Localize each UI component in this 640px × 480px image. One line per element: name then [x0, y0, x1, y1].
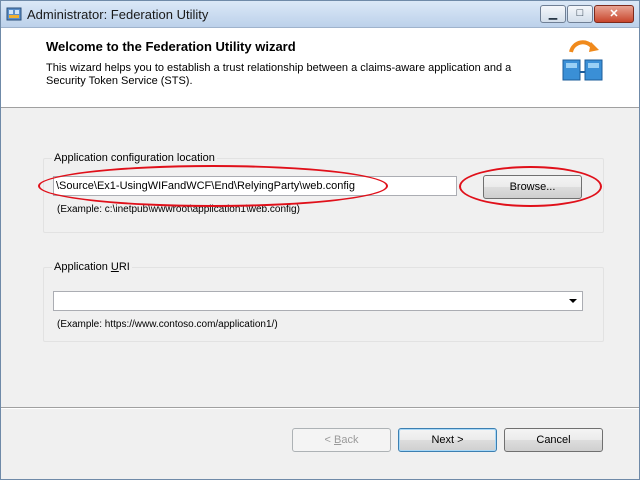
app-icon: [6, 7, 22, 21]
uri-example-text: (Example: https://www.contoso.com/applic…: [57, 319, 278, 330]
back-label-suffix: ack: [341, 434, 359, 446]
maximize-button[interactable]: □: [567, 5, 593, 23]
page-description: This wizard helps you to establish a tru…: [46, 62, 512, 87]
footer-divider: [1, 407, 639, 409]
close-icon: ✕: [609, 8, 619, 20]
application-uri-label-accel: U: [110, 261, 119, 273]
window-title: Administrator: Federation Utility: [27, 7, 209, 22]
federation-sync-icon: [562, 40, 603, 81]
back-label-prefix: <: [324, 434, 334, 446]
page-title: Welcome to the Federation Utility wizard: [46, 39, 296, 54]
browse-highlight-ellipse: [459, 166, 602, 207]
application-uri-label-suffix: RI: [118, 261, 130, 273]
wizard-header: Welcome to the Federation Utility wizard…: [1, 28, 639, 108]
application-uri-combobox[interactable]: [53, 291, 583, 311]
maximize-icon: □: [576, 7, 584, 19]
config-path-highlight-ellipse: [38, 165, 388, 207]
application-uri-label: Application URI: [52, 261, 132, 273]
federation-utility-window: Administrator: Federation Utility ▁ □ ✕ …: [0, 0, 640, 480]
back-button[interactable]: < Back: [292, 428, 391, 452]
close-button[interactable]: ✕: [594, 5, 634, 23]
minimize-button[interactable]: ▁: [540, 5, 566, 23]
config-location-label: Application configuration location: [52, 152, 217, 164]
next-button[interactable]: Next >: [398, 428, 497, 452]
title-bar[interactable]: Administrator: Federation Utility ▁ □ ✕: [1, 1, 639, 28]
application-uri-label-prefix: Application: [54, 261, 111, 273]
cancel-button[interactable]: Cancel: [504, 428, 603, 452]
minimize-icon: ▁: [548, 8, 558, 20]
dropdown-arrow-icon[interactable]: [569, 299, 577, 303]
